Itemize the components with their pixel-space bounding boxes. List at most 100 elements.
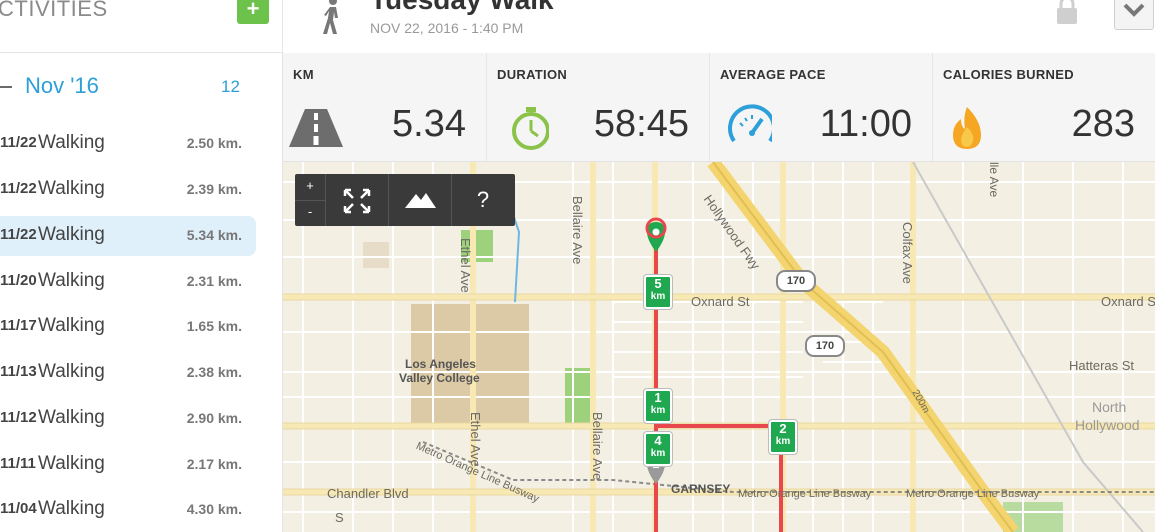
activity-stats-bar: KM 5.34 DURATION 58:45 AVERAGE PACE 11:0… bbox=[283, 53, 1155, 162]
zoom-in-button[interactable]: + bbox=[295, 174, 326, 201]
highway-170-shield: 170 bbox=[776, 270, 816, 292]
stat-value: 5.34 bbox=[392, 103, 466, 145]
activity-options-dropdown[interactable] bbox=[1114, 0, 1154, 30]
activity-list-item[interactable]: 11/17 Walking 1.65 km. bbox=[0, 307, 256, 347]
activity-type: Walking bbox=[38, 498, 105, 519]
km-unit: km bbox=[650, 448, 666, 459]
stat-duration: DURATION 58:45 bbox=[487, 53, 710, 161]
activity-type: Walking bbox=[38, 315, 105, 336]
activity-list-item[interactable]: 11/22 Walking 2.50 km. bbox=[0, 124, 256, 164]
street-label: Ethel Ave bbox=[458, 238, 473, 293]
activities-sidebar: CTIVITIES + Nov '16 12 11/22 Walking 2.5… bbox=[0, 0, 283, 532]
activity-distance: 2.38 km. bbox=[186, 364, 242, 380]
street-label: Hatteras St bbox=[1069, 358, 1135, 373]
activity-type: Walking bbox=[38, 178, 105, 199]
activity-date: 11/13 bbox=[0, 363, 37, 380]
activity-distance: 4.30 km. bbox=[186, 501, 242, 517]
km-number: 4 bbox=[654, 433, 662, 448]
activity-distance: 2.31 km. bbox=[186, 273, 242, 289]
activity-distance: 2.39 km. bbox=[186, 181, 242, 197]
poi-label: Los Angeles bbox=[405, 357, 476, 371]
lock-icon[interactable] bbox=[1055, 0, 1079, 24]
sidebar-divider bbox=[0, 52, 282, 53]
activity-date: 11/12 bbox=[0, 409, 37, 426]
stat-average-pace: AVERAGE PACE 11:00 bbox=[710, 53, 933, 161]
walking-person-icon bbox=[323, 0, 338, 34]
map-controls: + - ? bbox=[295, 174, 515, 226]
activity-date: 11/11 bbox=[0, 455, 36, 472]
activity-list-item[interactable]: 11/11 Walking 2.17 km. bbox=[0, 445, 256, 485]
km-marker[interactable]: 1 km bbox=[644, 389, 672, 423]
street-label: lle Ave bbox=[987, 162, 1001, 198]
highway-170-shield: 170 bbox=[805, 335, 845, 357]
activity-distance: 5.34 km. bbox=[186, 227, 242, 243]
activity-list-item[interactable]: 11/12 Walking 2.90 km. bbox=[0, 399, 256, 439]
km-unit: km bbox=[650, 405, 666, 416]
street-label: S bbox=[335, 510, 344, 525]
activity-date: 11/17 bbox=[0, 317, 37, 334]
street-label: Oxnard St bbox=[691, 294, 750, 309]
sidebar-title: CTIVITIES bbox=[0, 0, 108, 21]
stat-value: 58:45 bbox=[593, 103, 689, 145]
activity-datetime: NOV 22, 2016 - 1:40 PM bbox=[370, 20, 524, 36]
activity-list-item[interactable]: 11/22 Walking 2.39 km. bbox=[0, 170, 256, 210]
activity-date: 11/22 bbox=[0, 134, 37, 151]
street-label: Chandler Blvd bbox=[327, 486, 409, 501]
mountain-icon bbox=[405, 193, 436, 208]
km-unit: km bbox=[775, 436, 791, 447]
street-label: Ethel Ave bbox=[468, 412, 483, 467]
stat-value: 283 bbox=[1071, 103, 1135, 145]
activity-date: 11/22 bbox=[0, 226, 37, 243]
km-number: 2 bbox=[779, 421, 787, 436]
busway-label: Metro Orange Line Busway bbox=[906, 488, 1040, 500]
terrain-button[interactable] bbox=[389, 174, 452, 226]
stat-calories: CALORIES BURNED 283 bbox=[933, 53, 1155, 161]
zoom-out-button[interactable]: - bbox=[295, 200, 326, 226]
km-marker[interactable]: 4 km bbox=[644, 432, 672, 466]
add-activity-button[interactable]: + bbox=[237, 0, 269, 24]
activity-date: 11/20 bbox=[0, 272, 37, 289]
flame-icon bbox=[953, 107, 981, 149]
area-label: Hollywood bbox=[1075, 417, 1140, 433]
activity-date: 11/22 bbox=[0, 180, 37, 197]
poi-label: Valley College bbox=[399, 371, 480, 385]
block-area bbox=[363, 242, 389, 268]
km-number: 5 bbox=[654, 276, 662, 291]
activity-list-item[interactable]: 11/20 Walking 2.31 km. bbox=[0, 262, 256, 302]
fullscreen-button[interactable] bbox=[326, 174, 389, 226]
activity-type: Walking bbox=[38, 224, 105, 245]
stat-km: KM 5.34 bbox=[283, 53, 487, 161]
help-button[interactable]: ? bbox=[452, 174, 514, 226]
activity-list-item[interactable]: 11/13 Walking 2.38 km. bbox=[0, 353, 256, 393]
area-label: North bbox=[1092, 399, 1127, 415]
km-number: 1 bbox=[654, 390, 662, 405]
activity-type: Walking bbox=[38, 453, 105, 474]
activity-distance: 2.17 km. bbox=[186, 456, 242, 472]
street-label: Bellaire Ave bbox=[590, 412, 605, 481]
activity-list-item[interactable]: 11/04 Walking 4.30 km. bbox=[0, 490, 256, 530]
activity-list-item-selected[interactable]: 11/22 Walking 5.34 km. bbox=[0, 216, 256, 256]
street-label: Oxnard St bbox=[1101, 294, 1155, 309]
fullscreen-icon bbox=[343, 188, 371, 214]
km-marker[interactable]: 2 km bbox=[769, 420, 797, 454]
speedometer-icon bbox=[728, 104, 772, 143]
road-icon bbox=[289, 109, 343, 147]
stat-label: AVERAGE PACE bbox=[720, 67, 826, 82]
activity-title: Tuesday Walk bbox=[370, 0, 554, 16]
activity-distance: 2.90 km. bbox=[186, 410, 242, 426]
activity-type: Walking bbox=[38, 132, 105, 153]
activity-distance: 1.65 km. bbox=[186, 318, 242, 334]
activity-distance: 2.50 km. bbox=[186, 135, 242, 151]
activity-date: 11/04 bbox=[0, 500, 37, 517]
month-header[interactable]: Nov '16 bbox=[25, 73, 99, 99]
collapse-month-icon[interactable] bbox=[0, 86, 12, 88]
stat-label: DURATION bbox=[497, 67, 568, 82]
activity-type: Walking bbox=[38, 407, 105, 428]
km-marker[interactable]: 5 km bbox=[644, 275, 672, 309]
route-map[interactable]: Bellaire Ave Bellaire Ave Ethel Ave Ethe… bbox=[283, 162, 1155, 532]
busway-label: Metro Orange Line Busway bbox=[738, 488, 872, 500]
stopwatch-icon bbox=[512, 107, 549, 150]
area-label: GARNSEY bbox=[671, 482, 731, 496]
stat-label: CALORIES BURNED bbox=[943, 67, 1074, 82]
street-label: Colfax Ave bbox=[900, 222, 915, 284]
